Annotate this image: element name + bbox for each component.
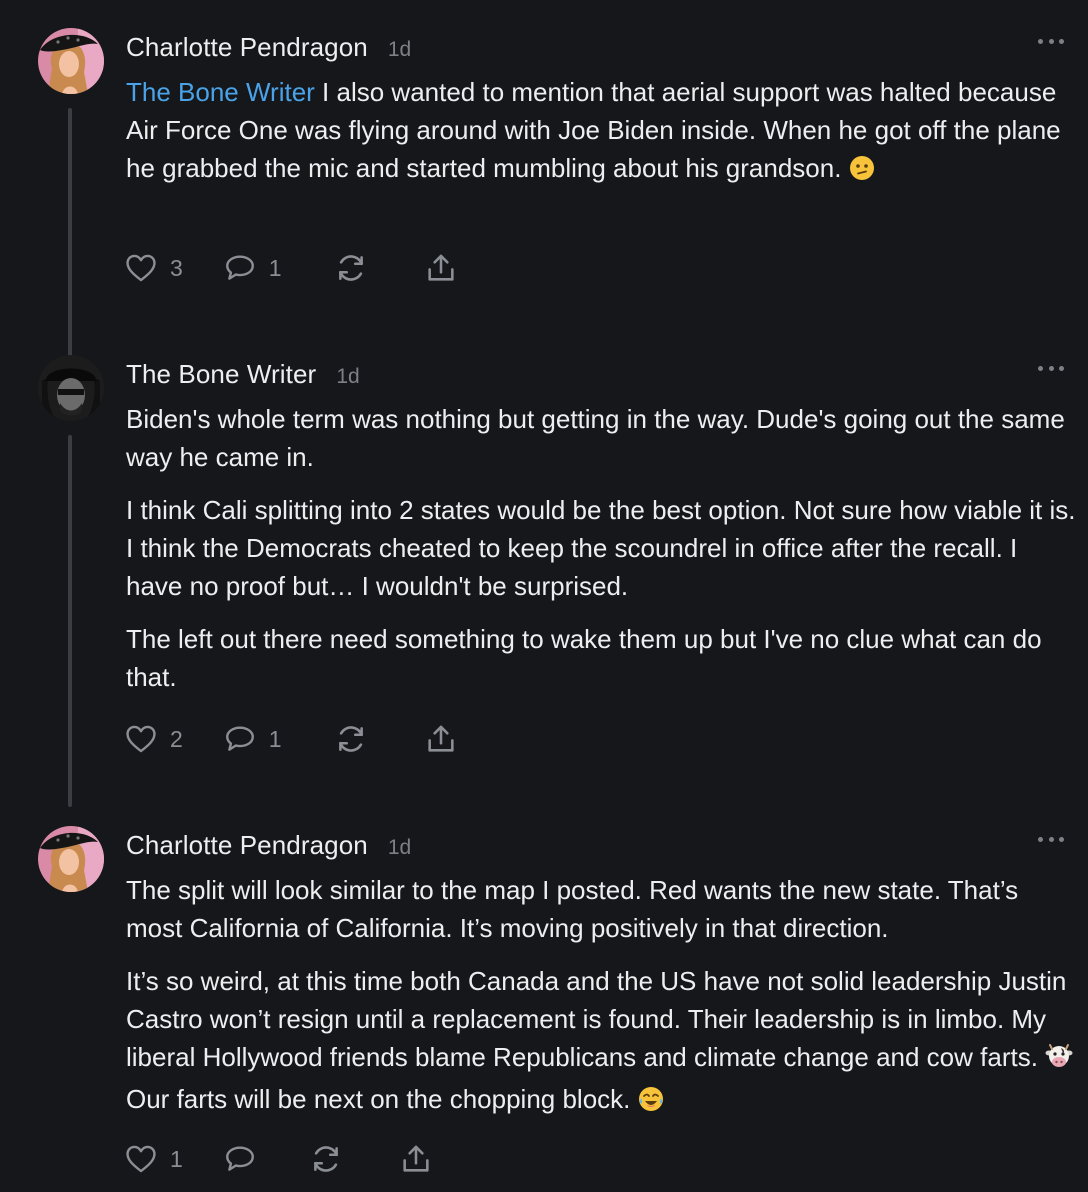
action-bar: 3 1: [124, 251, 458, 285]
author-name[interactable]: The Bone Writer: [126, 359, 316, 390]
comment-header: Charlotte Pendragon 1d: [126, 830, 411, 870]
share-icon: [424, 722, 458, 756]
restack-icon: [309, 1142, 343, 1176]
speech-bubble-icon: [223, 1142, 257, 1176]
paragraph: The split will look similar to the map I…: [126, 875, 1019, 943]
reply-count: 1: [268, 254, 282, 281]
comment-body: The split will look similar to the map I…: [126, 871, 1076, 1137]
more-options-button[interactable]: [1038, 36, 1064, 46]
paragraph: The Bone Writer I also wanted to mention…: [126, 73, 1076, 191]
restack-icon: [334, 722, 368, 756]
restack-icon: [334, 251, 368, 285]
more-options-button[interactable]: [1038, 834, 1064, 844]
heart-icon: [124, 251, 158, 285]
speech-bubble-icon: [223, 722, 257, 756]
share-icon: [399, 1142, 433, 1176]
timestamp[interactable]: 1d: [388, 836, 411, 860]
timestamp[interactable]: 1d: [388, 38, 411, 62]
action-bar: 2 1: [124, 722, 458, 756]
reply-button[interactable]: [223, 1142, 257, 1176]
author-name[interactable]: Charlotte Pendragon: [126, 830, 368, 861]
cow-face-icon: [1045, 1042, 1073, 1080]
like-button[interactable]: 1: [124, 1142, 183, 1176]
like-button[interactable]: 2: [124, 722, 183, 756]
heart-icon: [124, 1142, 158, 1176]
share-button[interactable]: [424, 251, 458, 285]
share-button[interactable]: [424, 722, 458, 756]
more-options-button[interactable]: [1038, 363, 1064, 373]
heart-icon: [124, 722, 158, 756]
comment-header: Charlotte Pendragon 1d: [126, 32, 411, 72]
share-icon: [424, 251, 458, 285]
restack-button[interactable]: [334, 251, 368, 285]
avatar[interactable]: [38, 355, 104, 421]
timestamp[interactable]: 1d: [336, 365, 359, 389]
ellipsis-icon: [1038, 365, 1043, 371]
comment-header: The Bone Writer 1d: [126, 359, 360, 399]
like-count: 2: [170, 725, 183, 752]
paragraph: I think Cali splitting into 2 states wou…: [126, 495, 1076, 601]
author-name[interactable]: Charlotte Pendragon: [126, 32, 368, 63]
share-button[interactable]: [399, 1142, 433, 1176]
paragraph-text: It’s so weird, at this time both Canada …: [126, 966, 1067, 1072]
speech-bubble-icon: [223, 251, 257, 285]
restack-button[interactable]: [334, 722, 368, 756]
avatar[interactable]: [38, 826, 104, 892]
paragraph: It’s so weird, at this time both Canada …: [126, 962, 1076, 1122]
like-count: 1: [170, 1145, 183, 1172]
restack-button[interactable]: [309, 1142, 343, 1176]
reply-button[interactable]: 1: [223, 251, 282, 285]
comment-body: The Bone Writer I also wanted to mention…: [126, 73, 1076, 206]
comment-body: Biden's whole term was nothing but getti…: [126, 400, 1076, 711]
paragraph: The left out there need something to wak…: [126, 624, 1042, 692]
action-bar: 1: [124, 1142, 433, 1176]
avatar[interactable]: [38, 28, 104, 94]
reply-count: 1: [268, 725, 282, 752]
ellipsis-icon: [1038, 836, 1043, 842]
thread-line: [68, 435, 72, 807]
tears-of-joy-face-icon: [638, 1084, 664, 1122]
confused-face-icon: [849, 153, 875, 191]
mention-link[interactable]: The Bone Writer: [126, 77, 315, 107]
reply-button[interactable]: 1: [223, 722, 282, 756]
paragraph-text: Our farts will be next on the chopping b…: [126, 1084, 638, 1114]
ellipsis-icon: [1038, 38, 1043, 44]
like-button[interactable]: 3: [124, 251, 183, 285]
like-count: 3: [170, 254, 183, 281]
thread-line: [68, 108, 72, 364]
paragraph: Biden's whole term was nothing but getti…: [126, 404, 1065, 472]
